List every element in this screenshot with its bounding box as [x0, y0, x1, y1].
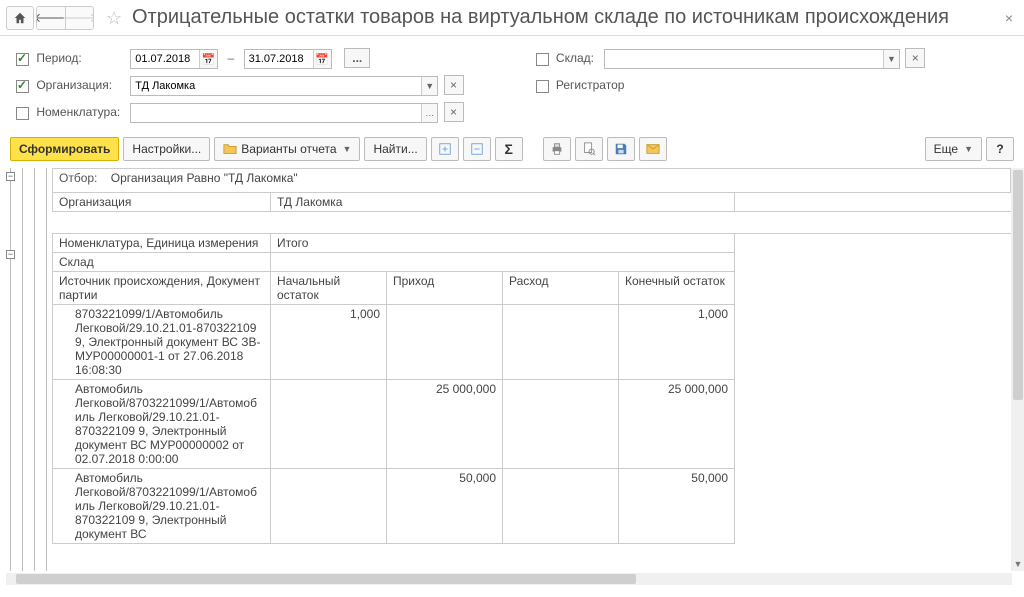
- vertical-scrollbar[interactable]: ▲ ▼: [1012, 168, 1024, 571]
- group-warehouse-label: Склад: [53, 253, 271, 272]
- group-source-label: Источник происхождения, Документ партии: [53, 272, 271, 305]
- printer-icon: [550, 142, 564, 156]
- filter-summary-label: Отбор:: [59, 171, 97, 185]
- preview-button[interactable]: [575, 137, 603, 161]
- nomenclature-combo[interactable]: …: [130, 103, 438, 123]
- collapse-icon: [470, 142, 484, 156]
- sigma-icon: Σ: [505, 141, 513, 157]
- dropdown-icon[interactable]: ▼: [421, 77, 437, 95]
- calendar-icon[interactable]: 📅: [313, 50, 331, 68]
- settings-button[interactable]: Настройки...: [123, 137, 210, 161]
- organization-checkbox[interactable]: [16, 80, 29, 93]
- registrar-checkbox[interactable]: [536, 80, 549, 93]
- warehouse-clear-button[interactable]: ×: [905, 48, 925, 68]
- scroll-thumb[interactable]: [1013, 170, 1023, 400]
- nomenclature-clear-button[interactable]: ×: [444, 102, 464, 122]
- filter-summary-value: Организация Равно "ТД Лакомка": [111, 171, 298, 185]
- organization-clear-button[interactable]: ×: [444, 75, 464, 95]
- outline-toggle[interactable]: −: [6, 172, 15, 181]
- report-variants-button[interactable]: Варианты отчета▼: [214, 137, 360, 161]
- choose-icon[interactable]: …: [421, 104, 437, 122]
- outline-toggle[interactable]: −: [6, 250, 15, 259]
- home-button[interactable]: [6, 6, 34, 30]
- table-row[interactable]: Автомобиль Легковой/8703221099/1/Автомоб…: [53, 380, 1011, 469]
- dropdown-icon[interactable]: ▼: [883, 50, 899, 68]
- period-checkbox[interactable]: [16, 53, 29, 66]
- warehouse-combo[interactable]: ▼: [604, 49, 900, 69]
- period-choose-button[interactable]: ...: [344, 48, 370, 68]
- nomenclature-label: Номенклатура:: [36, 105, 120, 119]
- chevron-down-icon: ▼: [964, 144, 973, 154]
- save-button[interactable]: [607, 137, 635, 161]
- org-header-value: ТД Лакомка: [271, 193, 735, 212]
- period-label: Период:: [36, 51, 81, 65]
- period-from-input[interactable]: [131, 50, 199, 68]
- scroll-thumb[interactable]: [16, 574, 636, 584]
- organization-label: Организация:: [36, 78, 112, 92]
- warehouse-input[interactable]: [605, 50, 883, 68]
- help-icon: ?: [996, 142, 1003, 156]
- page-magnify-icon: [582, 142, 596, 156]
- nomenclature-input[interactable]: [131, 104, 421, 122]
- organization-input[interactable]: [131, 77, 421, 95]
- back-button[interactable]: 🡐: [37, 7, 65, 29]
- org-header-label: Организация: [53, 193, 271, 212]
- sum-button[interactable]: Σ: [495, 137, 523, 161]
- horizontal-scrollbar[interactable]: [6, 573, 1012, 585]
- expand-all-button[interactable]: [431, 137, 459, 161]
- organization-combo[interactable]: ▼: [130, 76, 438, 96]
- period-to-input[interactable]: [245, 50, 313, 68]
- more-button[interactable]: Еще▼: [925, 137, 982, 161]
- report-toolbar: Сформировать Настройки... Варианты отчет…: [0, 133, 1024, 167]
- report-grid[interactable]: Отбор: Организация Равно "ТД Лакомка" Ор…: [52, 168, 1012, 571]
- calendar-icon[interactable]: 📅: [199, 50, 217, 68]
- report-area: − − Отбор: Организация Равно "ТД Лакомка…: [0, 168, 1024, 589]
- generate-button[interactable]: Сформировать: [10, 137, 119, 161]
- help-button[interactable]: ?: [986, 137, 1014, 161]
- warehouse-label: Склад:: [556, 51, 594, 65]
- favorite-star-icon[interactable]: ☆: [106, 8, 126, 28]
- col-start: Начальный остаток: [271, 272, 387, 305]
- col-out: Расход: [503, 272, 619, 305]
- warehouse-checkbox[interactable]: [536, 53, 549, 66]
- chevron-down-icon: ▼: [343, 144, 352, 154]
- scroll-down-icon[interactable]: ▼: [1012, 559, 1024, 571]
- folder-icon: [223, 142, 237, 156]
- page-title: Отрицательные остатки товаров на виртуал…: [132, 6, 996, 29]
- expand-icon: [438, 142, 452, 156]
- diskette-icon: [614, 142, 628, 156]
- email-button[interactable]: [639, 137, 667, 161]
- find-button[interactable]: Найти...: [364, 137, 426, 161]
- collapse-all-button[interactable]: [463, 137, 491, 161]
- forward-button[interactable]: 🡒: [65, 7, 93, 29]
- registrar-label: Регистратор: [556, 78, 625, 92]
- filters-panel: Период: 📅 – 📅 ... Склад: ▼ ×: [0, 36, 1024, 133]
- nomenclature-checkbox[interactable]: [16, 107, 29, 120]
- table-row[interactable]: Автомобиль Легковой/8703221099/1/Автомоб…: [53, 469, 1011, 544]
- total-column-label: Итого: [271, 234, 735, 253]
- col-end: Конечный остаток: [619, 272, 735, 305]
- table-row[interactable]: 8703221099/1/Автомобиль Легковой/29.10.2…: [53, 305, 1011, 380]
- nav-back-forward: 🡐 🡒: [36, 6, 94, 30]
- period-from-field[interactable]: 📅: [130, 49, 218, 69]
- print-button[interactable]: [543, 137, 571, 161]
- envelope-icon: [646, 142, 660, 156]
- outline-gutter: − −: [6, 168, 50, 571]
- col-in: Приход: [387, 272, 503, 305]
- group-nomenclature-label: Номенклатура, Единица измерения: [53, 234, 271, 253]
- period-to-field[interactable]: 📅: [244, 49, 332, 69]
- close-button[interactable]: ×: [1000, 10, 1018, 26]
